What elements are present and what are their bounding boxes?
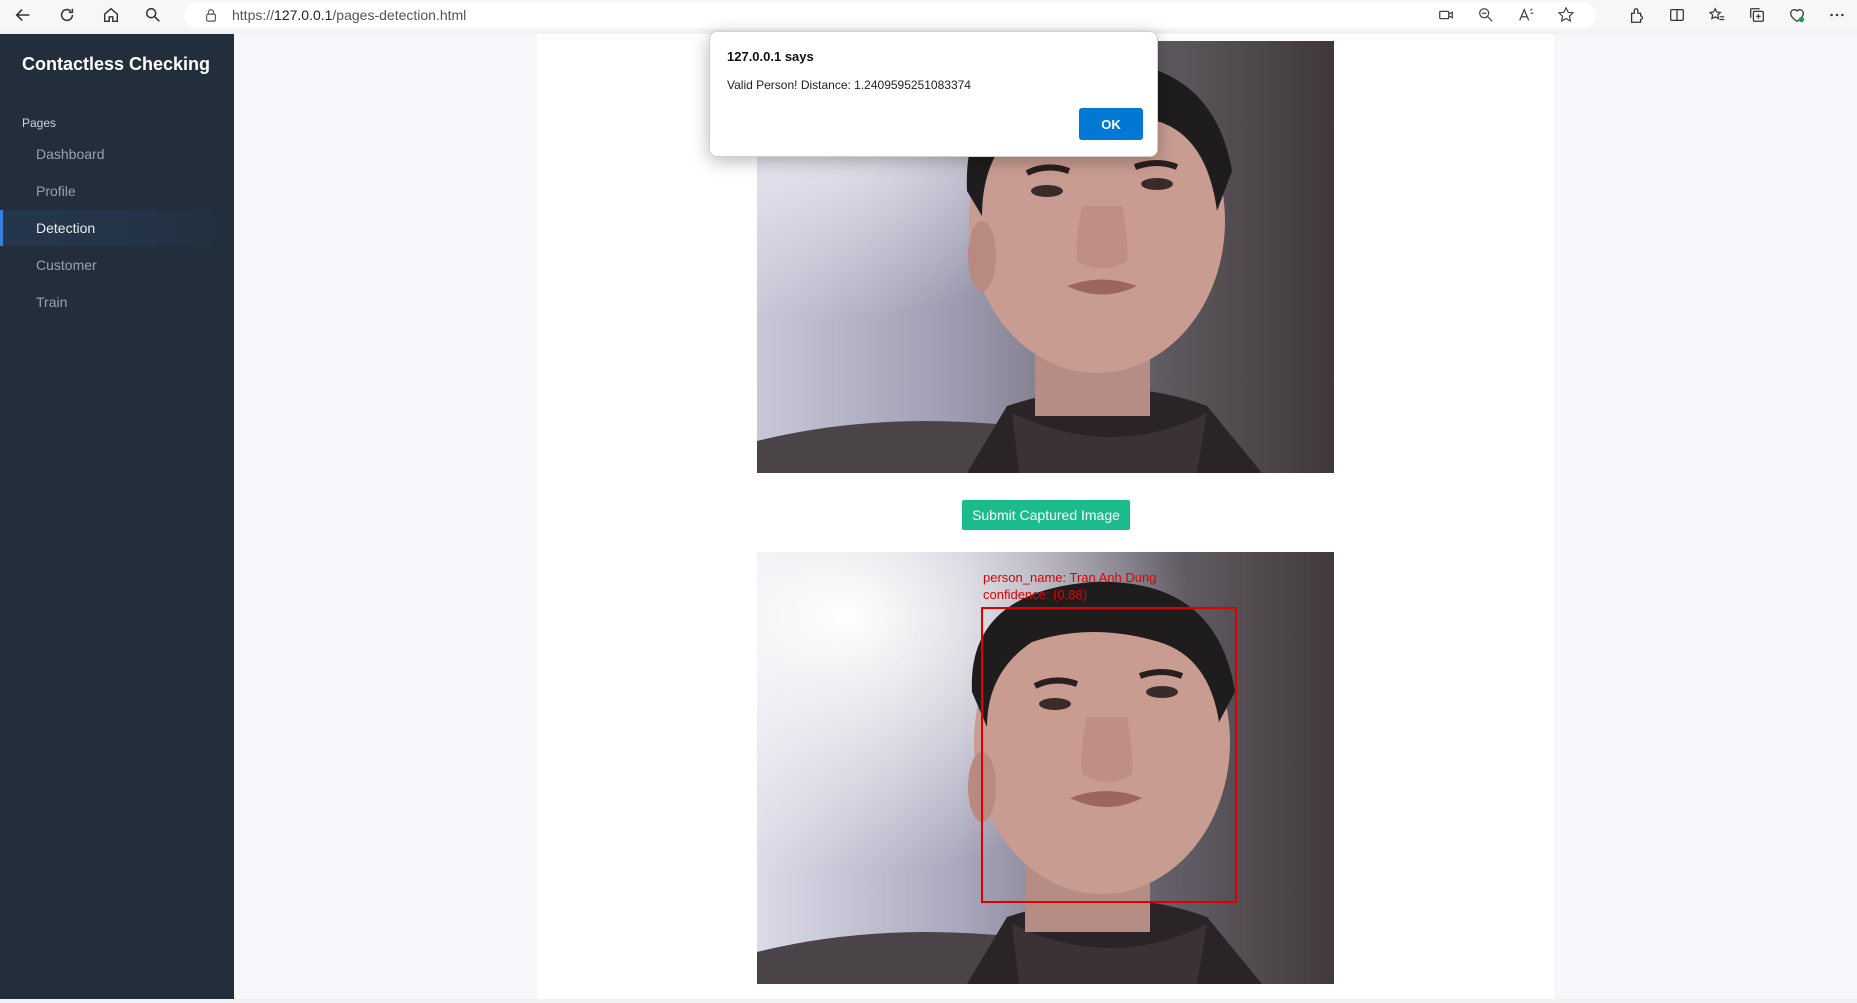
back-icon[interactable] (8, 0, 38, 30)
confidence-text: confidence: (0.88) (983, 587, 1088, 602)
reload-icon[interactable] (52, 0, 82, 30)
collections-icon[interactable] (1737, 0, 1777, 30)
dialog-message: Valid Person! Distance: 1.24095952510833… (727, 78, 971, 92)
sidebar-item-customer[interactable]: Customer (0, 247, 234, 283)
browser-essentials-icon[interactable] (1777, 0, 1817, 30)
sidebar-brand[interactable]: Contactless Checking (22, 54, 210, 75)
sidebar: Contactless Checking Pages Dashboard Pro… (0, 34, 234, 999)
person-name-text: person_name: Tran Anh Dung (983, 570, 1157, 585)
browser-toolbar: https://127.0.0.1/pages-detection.html (0, 0, 1857, 30)
search-icon[interactable] (138, 0, 168, 30)
address-bar[interactable]: https://127.0.0.1/pages-detection.html (184, 2, 1596, 28)
favorites-icon[interactable] (1697, 0, 1737, 30)
alert-dialog: 127.0.0.1 says Valid Person! Distance: 1… (709, 31, 1158, 157)
dialog-ok-button[interactable]: OK (1079, 108, 1143, 140)
favorite-star-icon[interactable] (1546, 2, 1586, 28)
home-icon[interactable] (96, 0, 126, 30)
extensions-icon[interactable] (1617, 0, 1657, 30)
url-text[interactable]: https://127.0.0.1/pages-detection.html (232, 7, 466, 23)
sidebar-section-title: Pages (22, 116, 57, 130)
main-content: Submit Captured Image person_name: Tran … (234, 34, 1857, 999)
zoom-out-icon[interactable] (1466, 2, 1506, 28)
sidebar-item-dashboard[interactable]: Dashboard (0, 136, 234, 172)
sidebar-item-profile[interactable]: Profile (0, 173, 234, 209)
more-menu-icon[interactable] (1817, 0, 1857, 30)
sidebar-item-detection[interactable]: Detection (0, 210, 234, 246)
dialog-title: 127.0.0.1 says (727, 49, 814, 64)
read-aloud-icon[interactable] (1506, 2, 1546, 28)
split-screen-icon[interactable] (1657, 0, 1697, 30)
lock-icon[interactable] (204, 8, 218, 22)
sidebar-item-train[interactable]: Train (0, 284, 234, 320)
camera-icon[interactable] (1426, 2, 1466, 28)
face-bounding-box (981, 607, 1237, 903)
face-detection-label: person_name: Tran Anh Dung confidence: (… (983, 569, 1156, 603)
submit-captured-image-button[interactable]: Submit Captured Image (962, 500, 1130, 530)
